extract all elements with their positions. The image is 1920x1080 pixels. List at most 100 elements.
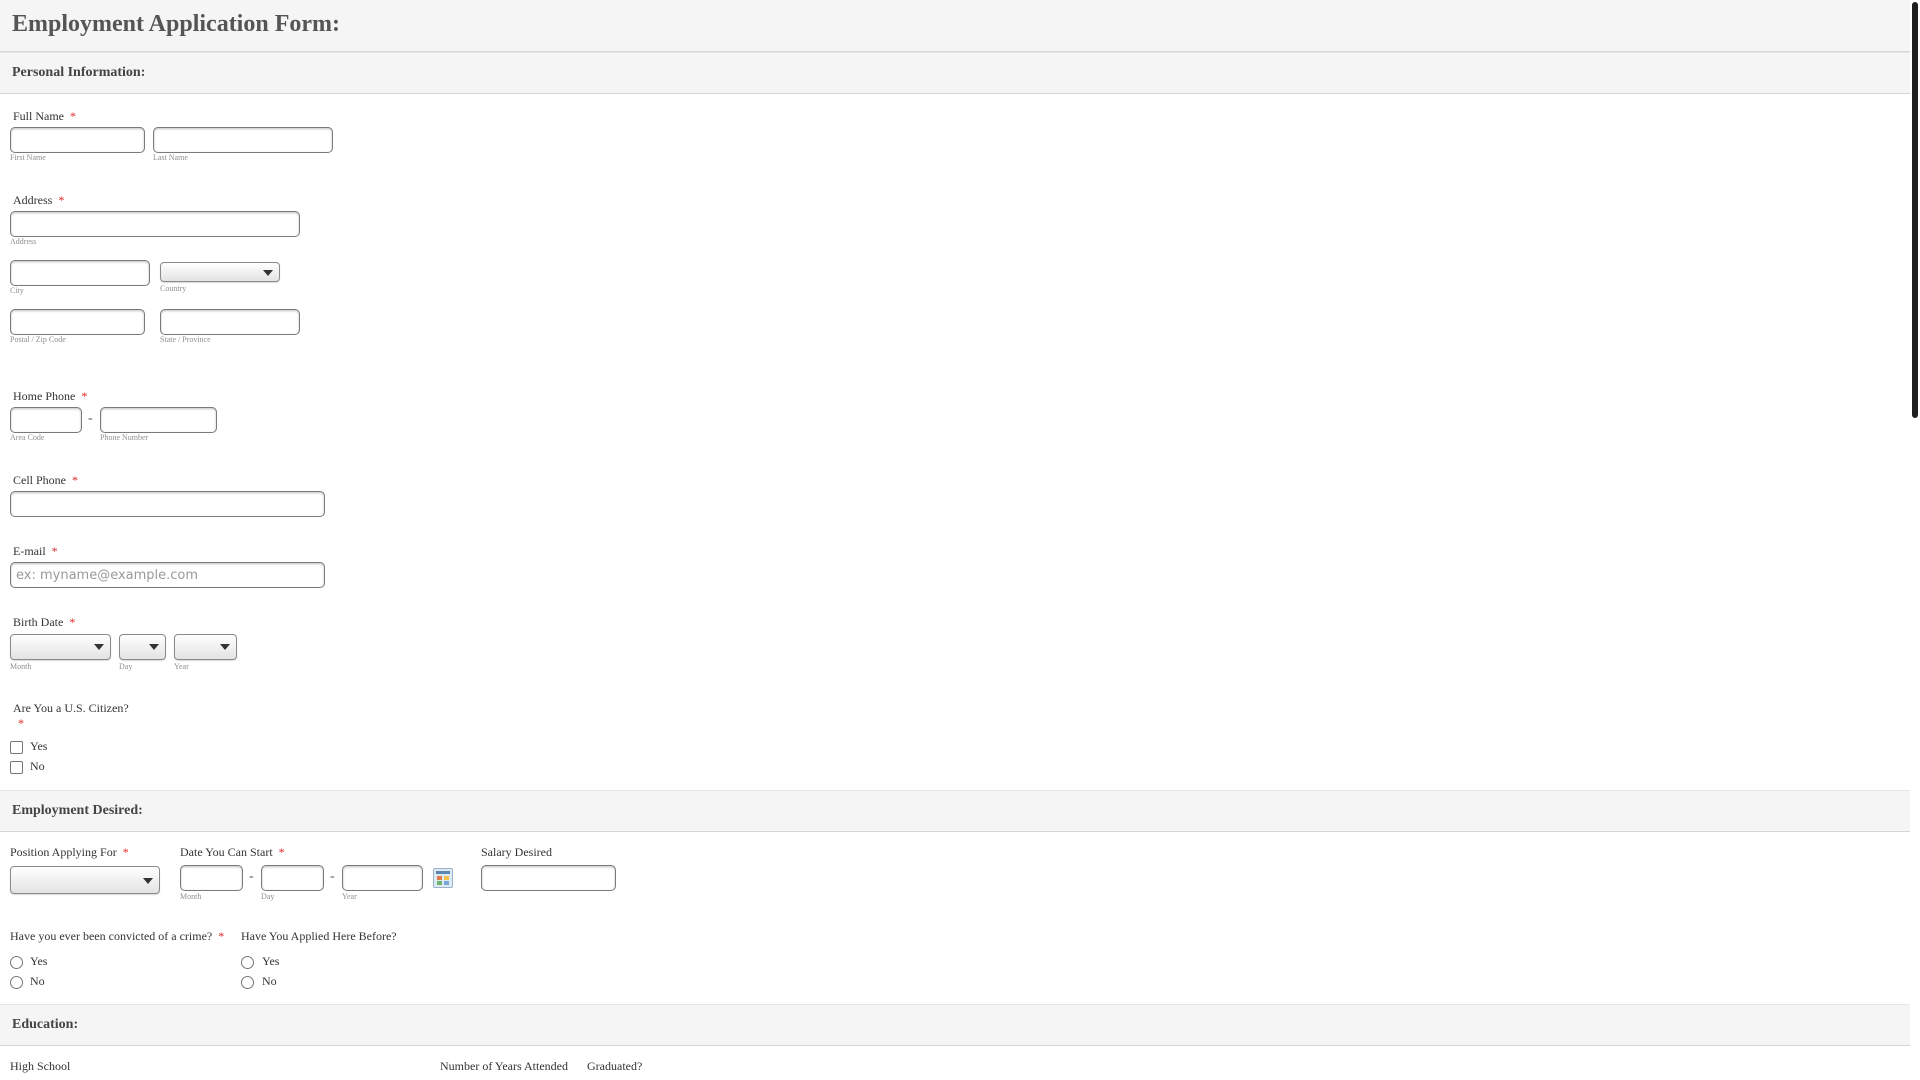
position-label: Position Applying For * [10, 845, 129, 860]
start-day-sublabel: Day [261, 892, 275, 901]
section-title-education: Education: [12, 1017, 79, 1032]
citizen-label: Are You a U.S. Citizen? [13, 701, 129, 715]
applied-yes-radio[interactable] [241, 956, 254, 969]
area-code-sublabel: Area Code [10, 433, 45, 442]
phone-number-sublabel: Phone Number [100, 433, 149, 442]
required-mark: * [218, 929, 225, 943]
phone-number-input[interactable] [100, 407, 217, 433]
birth-month-sublabel: Month [10, 662, 32, 671]
birth-day-sublabel: Day [119, 662, 133, 671]
last-name-input[interactable] [153, 127, 333, 153]
home-phone-label: Home Phone * [13, 389, 87, 404]
city-input[interactable] [10, 260, 150, 286]
required-mark: * [51, 544, 58, 558]
cell-phone-input[interactable] [10, 491, 325, 517]
years-attended-label: Number of Years Attended [440, 1059, 568, 1073]
cell-phone-label: Cell Phone * [13, 473, 78, 488]
start-year-input[interactable] [342, 865, 423, 891]
form-title: Employment Application Form: [12, 11, 340, 37]
home-phone-label-text: Home Phone [13, 389, 76, 403]
postal-code-sublabel: Postal / Zip Code [10, 335, 66, 344]
required-mark: * [278, 845, 285, 859]
email-label: E-mail * [13, 544, 58, 559]
required-mark: * [70, 109, 76, 123]
required-mark: * [69, 615, 76, 629]
crime-no-label: No [30, 974, 45, 988]
date-separator: - [249, 869, 254, 884]
applied-no-radio[interactable] [241, 976, 254, 989]
required-mark: * [18, 716, 24, 730]
salary-input[interactable] [481, 865, 616, 891]
high-school-label: High School [10, 1059, 71, 1073]
start-day-input[interactable] [261, 865, 324, 891]
chevron-down-icon [94, 644, 104, 650]
start-date-label-text: Date You Can Start [180, 845, 273, 859]
state-province-input[interactable] [160, 309, 300, 335]
required-mark: * [72, 473, 78, 487]
section-employment-desired: Employment Desired: [0, 790, 1910, 832]
state-province-sublabel: State / Province [160, 335, 211, 344]
date-separator: - [330, 869, 335, 884]
applied-no-label: No [262, 974, 277, 988]
city-sublabel: City [10, 286, 24, 295]
page-scrollbar[interactable] [1910, 0, 1920, 1080]
applied-before-label: Have You Applied Here Before? [241, 929, 397, 943]
first-name-sublabel: First Name [10, 153, 46, 162]
start-year-sublabel: Year [342, 892, 357, 901]
form-header: Employment Application Form: [0, 0, 1910, 52]
birth-year-select[interactable] [174, 634, 237, 660]
address-label-text: Address [13, 193, 53, 207]
birth-date-label-text: Birth Date [13, 615, 64, 629]
citizen-no-label: No [30, 759, 45, 773]
required-mark: * [122, 845, 129, 859]
chevron-down-icon [149, 644, 159, 650]
last-name-sublabel: Last Name [153, 153, 188, 162]
chevron-down-icon [220, 644, 230, 650]
citizen-yes-label: Yes [30, 739, 48, 753]
start-month-sublabel: Month [180, 892, 202, 901]
birth-day-select[interactable] [119, 634, 166, 660]
crime-label: Have you ever been convicted of a crime?… [10, 929, 224, 944]
crime-yes-radio[interactable] [10, 956, 23, 969]
start-date-label: Date You Can Start * [180, 845, 285, 860]
birth-month-select[interactable] [10, 634, 111, 660]
scrollbar-thumb[interactable] [1912, 2, 1918, 418]
start-month-input[interactable] [180, 865, 243, 891]
salary-label: Salary Desired [481, 845, 552, 859]
chevron-down-icon [263, 270, 273, 276]
form-page: Employment Application Form: Personal In… [0, 0, 1910, 1080]
country-select[interactable] [160, 262, 280, 282]
applied-yes-label: Yes [262, 954, 280, 968]
email-input[interactable] [10, 562, 325, 588]
section-title-employment: Employment Desired: [12, 803, 143, 818]
country-sublabel: Country [160, 284, 187, 293]
crime-no-radio[interactable] [10, 976, 23, 989]
position-label-text: Position Applying For [10, 845, 117, 859]
required-mark: * [58, 193, 65, 207]
address-sublabel: Address [10, 237, 37, 246]
position-select[interactable] [10, 866, 160, 894]
citizen-no-checkbox[interactable] [10, 761, 23, 774]
cell-phone-label-text: Cell Phone [13, 473, 66, 487]
birth-year-sublabel: Year [174, 662, 189, 671]
chevron-down-icon [143, 878, 153, 884]
section-personal-information: Personal Information: [0, 52, 1910, 94]
graduated-label: Graduated? [587, 1059, 643, 1073]
email-label-text: E-mail [13, 544, 46, 558]
area-code-input[interactable] [10, 407, 82, 433]
address-input[interactable] [10, 211, 300, 237]
calendar-icon[interactable] [433, 868, 453, 888]
first-name-input[interactable] [10, 127, 145, 153]
full-name-label: Full Name * [13, 109, 76, 124]
full-name-label-text: Full Name [13, 109, 64, 123]
crime-label-text: Have you ever been convicted of a crime? [10, 929, 213, 943]
citizen-yes-checkbox[interactable] [10, 741, 23, 754]
postal-code-input[interactable] [10, 309, 145, 335]
section-education: Education: [0, 1004, 1910, 1046]
birth-date-label: Birth Date * [13, 615, 75, 630]
crime-yes-label: Yes [30, 954, 48, 968]
section-title-personal: Personal Information: [12, 65, 146, 80]
address-label: Address * [13, 193, 64, 208]
phone-separator: - [88, 411, 93, 426]
required-mark: * [81, 389, 88, 403]
